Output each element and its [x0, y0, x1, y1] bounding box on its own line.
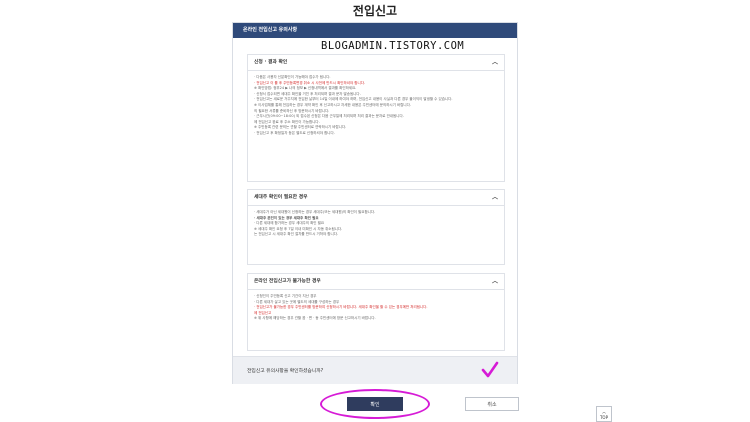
- confirm-question: 전입신고 유의사항을 확인하셨습니까?: [247, 369, 324, 374]
- section-apply-result: 신청 · 결과 확인 ︿ · 다음은 사용자 신분확인이 가능해야 접수가 됩니…: [247, 54, 505, 182]
- check-icon[interactable]: [481, 361, 499, 379]
- section-body: · 세대주가 아닌 세대원이 신청하는 경우 세대주(또는 세대원)의 확인이 …: [248, 206, 504, 240]
- page: 전입신고 온라인 전입신고 유의사항 BLOGADMIN.TISTORY.COM…: [0, 0, 750, 422]
- confirm-button[interactable]: 확인: [347, 397, 403, 411]
- section-body: · 신청인이 주민등록 신고 기간이 지난 경우 · 다른 세대가 살고 있는 …: [248, 290, 504, 324]
- notice-line: 는 전입신고 시 세대주 확인 절차를 반드시 거쳐야 합니다.: [254, 232, 339, 237]
- notice-line: ※ 위 사항에 해당하는 경우 관할 읍 · 면 · 동 주민센터에 방문 신고…: [254, 316, 376, 321]
- chevron-up-icon[interactable]: ︿: [492, 190, 498, 206]
- section-header[interactable]: 온라인 전입신고가 불가능한 경우 ︿: [248, 274, 504, 290]
- top-label: TOP: [599, 415, 608, 420]
- section-title: 신청 · 결과 확인: [254, 60, 288, 65]
- scroll-top-button[interactable]: ︿ TOP: [596, 406, 612, 422]
- chevron-up-icon[interactable]: ︿: [492, 55, 498, 71]
- notice-line: · 전입신고 후 확정일자 등은 별도로 신청하셔야 합니다.: [254, 130, 335, 135]
- cancel-button[interactable]: 취소: [465, 397, 519, 411]
- confirm-bar[interactable]: 전입신고 유의사항을 확인하셨습니까?: [233, 356, 517, 384]
- notice-modal: 온라인 전입신고 유의사항 BLOGADMIN.TISTORY.COM 신청 ·…: [232, 22, 518, 384]
- modal-header: 온라인 전입신고 유의사항: [233, 23, 517, 38]
- section-header[interactable]: 세대주 확인이 필요한 경우 ︿: [248, 190, 504, 206]
- page-title: 전입신고: [352, 4, 398, 18]
- section-householder-check: 세대주 확인이 필요한 경우 ︿ · 세대주가 아닌 세대원이 신청하는 경우 …: [247, 189, 505, 265]
- section-title: 온라인 전입신고가 불가능한 경우: [254, 279, 321, 284]
- chevron-up-icon[interactable]: ︿: [492, 274, 498, 290]
- section-title: 세대주 확인이 필요한 경우: [254, 195, 308, 200]
- section-body: · 다음은 사용자 신분확인이 가능해야 접수가 됩니다. · 전입신고 이 를…: [248, 71, 504, 139]
- section-header[interactable]: 신청 · 결과 확인 ︿: [248, 55, 504, 71]
- watermark: BLOGADMIN.TISTORY.COM: [321, 40, 465, 52]
- section-online-impossible: 온라인 전입신고가 불가능한 경우 ︿ · 신청인이 주민등록 신고 기간이 지…: [247, 273, 505, 351]
